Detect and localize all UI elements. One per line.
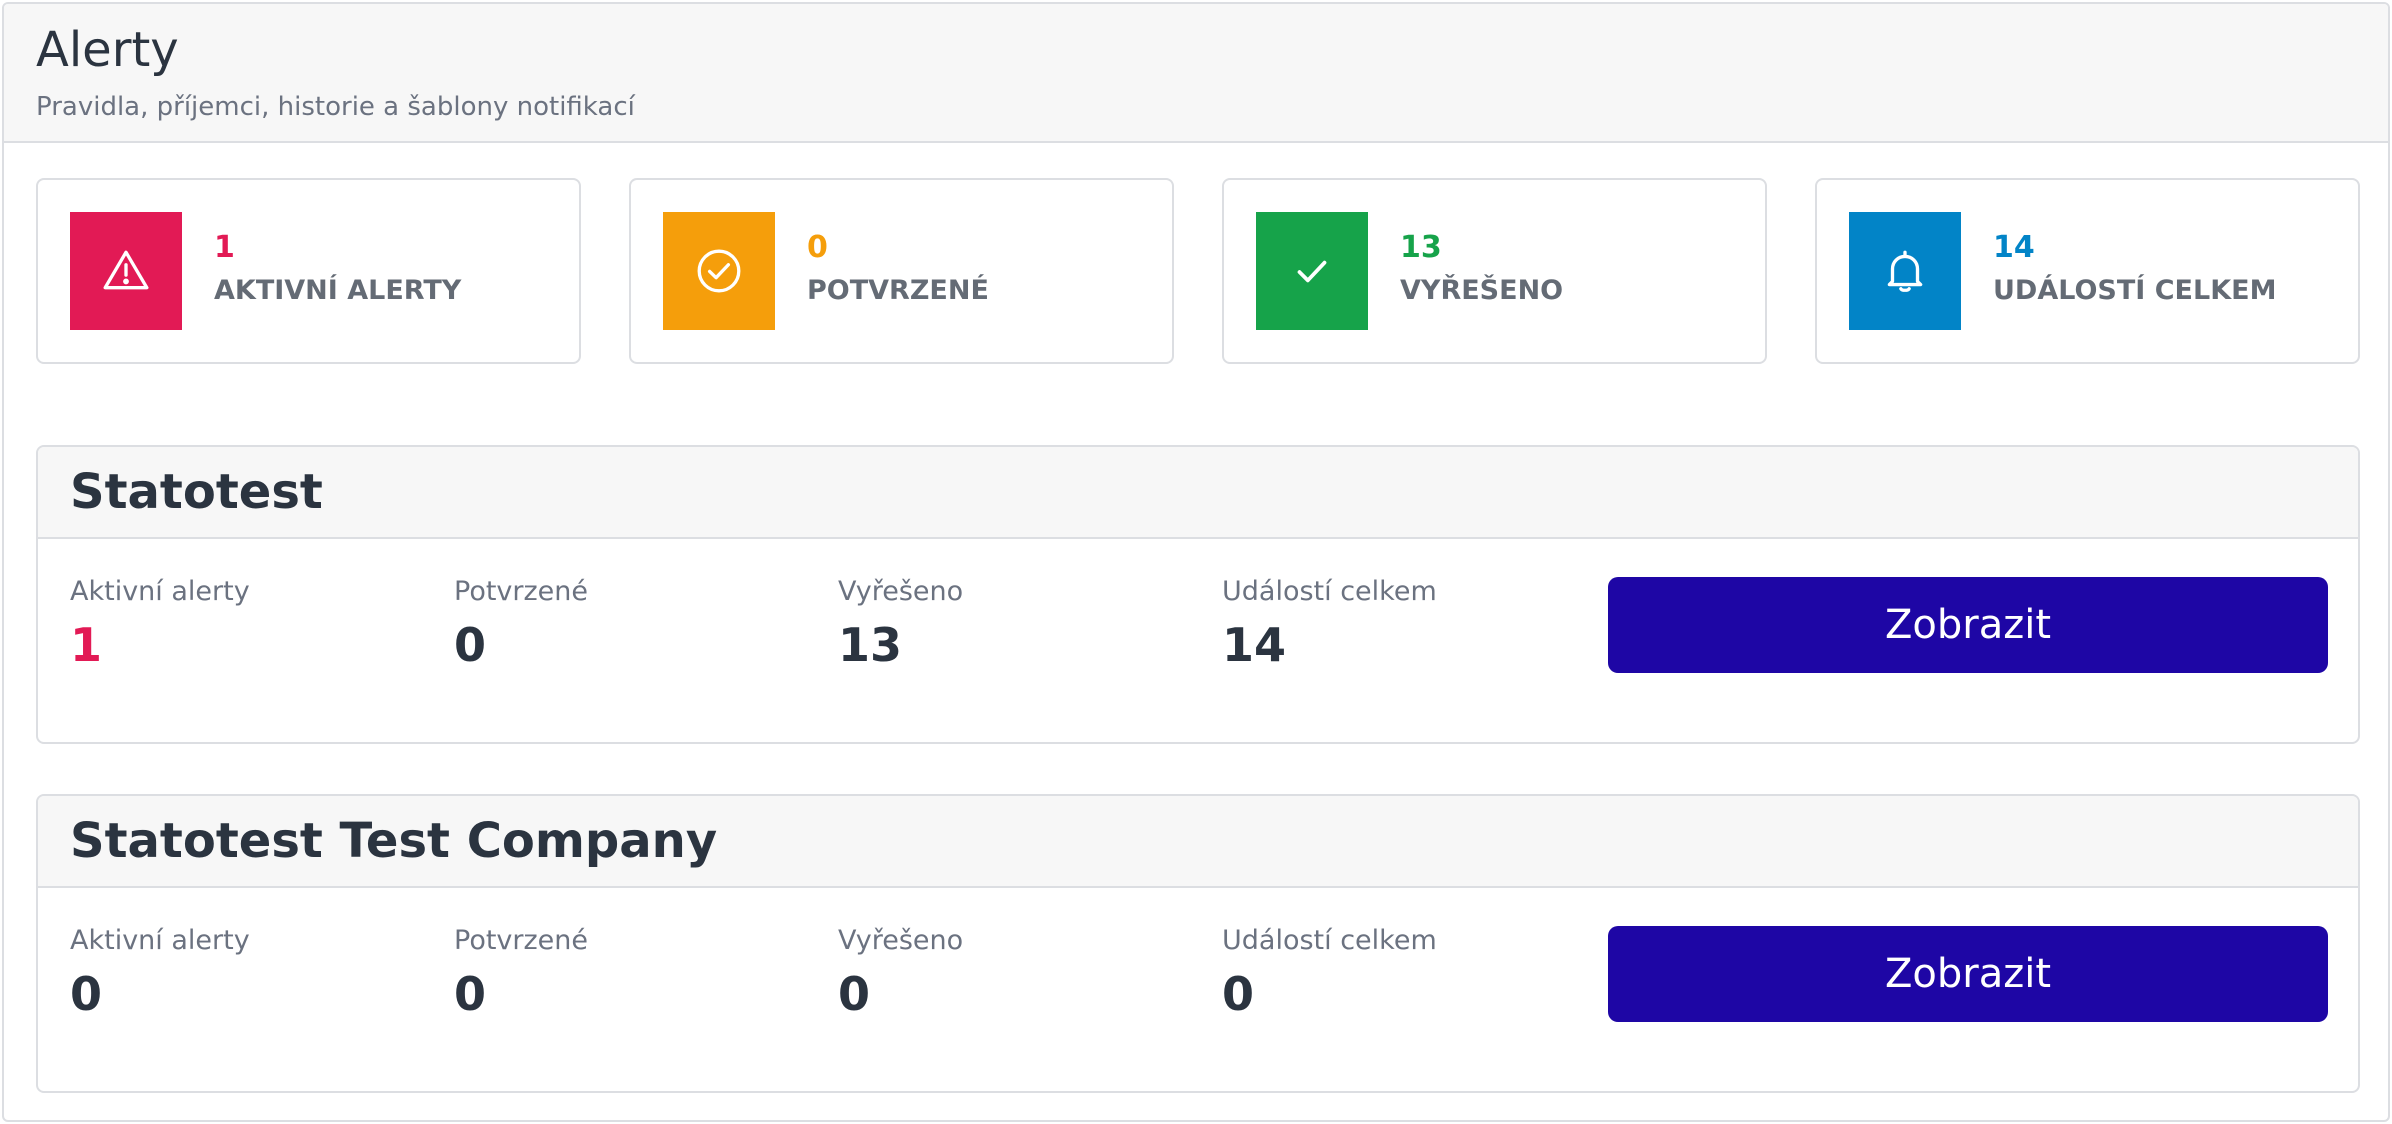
stat-icon-box [1849, 212, 1961, 330]
show-button[interactable]: Zobrazit [1608, 926, 2328, 1022]
metric-confirmed: Potvrzené 0 [454, 924, 588, 1020]
metric-active-alerts: Aktivní alerty 0 [70, 924, 250, 1020]
group-body: Aktivní alerty 0 Potvrzené 0 Vyřešeno 0 … [38, 888, 2358, 1091]
stat-icon-box [70, 212, 182, 330]
stat-value: 13 [1400, 230, 1442, 265]
metric-label: Potvrzené [454, 576, 589, 607]
group-title: Statotest Test Company [70, 813, 718, 869]
page-subtitle: Pravidla, příjemci, historie a šablony n… [36, 92, 635, 122]
stat-icon-box [663, 212, 775, 330]
stat-card-active-alerts: 1 AKTIVNÍ ALERTY [36, 178, 581, 364]
metric-label: Událostí celkem [1222, 576, 1437, 607]
stat-value: 1 [214, 230, 235, 265]
summary-stats: 1 AKTIVNÍ ALERTY 0 POTVRZENÉ 13 VYŘEŠENO [36, 178, 2360, 364]
warning-icon [103, 250, 149, 290]
page-title: Alerty [36, 22, 179, 78]
metric-value: 0 [454, 618, 487, 672]
stat-card-resolved: 13 VYŘEŠENO [1222, 178, 1767, 364]
metric-label: Vyřešeno [838, 925, 964, 956]
stat-value: 0 [807, 230, 828, 265]
metric-value: 0 [454, 967, 487, 1021]
metric-label: Potvrzené [454, 925, 589, 956]
group-title: Statotest [70, 464, 323, 520]
metric-label: Vyřešeno [838, 576, 964, 607]
group-header: Statotest [38, 447, 2358, 539]
group-card: Statotest Aktivní alerty 1 Potvrzené 0 V… [36, 445, 2360, 744]
metric-total-events: Událostí celkem 14 [1222, 575, 1437, 671]
bell-icon [1887, 250, 1923, 292]
stat-card-total-events: 14 UDÁLOSTÍ CELKEM [1815, 178, 2360, 364]
stat-label: UDÁLOSTÍ CELKEM [1993, 275, 2277, 306]
metric-label: Aktivní alerty [70, 925, 250, 956]
show-button[interactable]: Zobrazit [1608, 577, 2328, 673]
metric-confirmed: Potvrzené 0 [454, 575, 588, 671]
metric-resolved: Vyřešeno 0 [838, 924, 963, 1020]
metric-value: 0 [838, 967, 871, 1021]
metric-value: 1 [70, 618, 103, 672]
stat-value: 14 [1993, 230, 2035, 265]
metric-value: 0 [70, 967, 103, 1021]
metric-value: 14 [1222, 618, 1287, 672]
group-header: Statotest Test Company [38, 796, 2358, 888]
stat-label: POTVRZENÉ [807, 275, 989, 306]
alerts-page: Alerty Pravidla, příjemci, historie a ša… [2, 2, 2390, 1122]
stat-icon-box [1256, 212, 1368, 330]
metric-label: Událostí celkem [1222, 925, 1437, 956]
metric-value: 0 [1222, 967, 1255, 1021]
stat-label: AKTIVNÍ ALERTY [214, 275, 462, 306]
metric-resolved: Vyřešeno 13 [838, 575, 963, 671]
page-header: Alerty Pravidla, příjemci, historie a ša… [4, 4, 2388, 143]
check-icon [1297, 260, 1327, 283]
stat-label: VYŘEŠENO [1400, 275, 1564, 306]
metric-total-events: Událostí celkem 0 [1222, 924, 1437, 1020]
metric-value: 13 [838, 618, 903, 672]
metric-label: Aktivní alerty [70, 576, 250, 607]
check-circle-icon [697, 249, 741, 293]
metric-active-alerts: Aktivní alerty 1 [70, 575, 250, 671]
group-body: Aktivní alerty 1 Potvrzené 0 Vyřešeno 13… [38, 539, 2358, 742]
stat-card-confirmed: 0 POTVRZENÉ [629, 178, 1174, 364]
group-card: Statotest Test Company Aktivní alerty 0 … [36, 794, 2360, 1093]
